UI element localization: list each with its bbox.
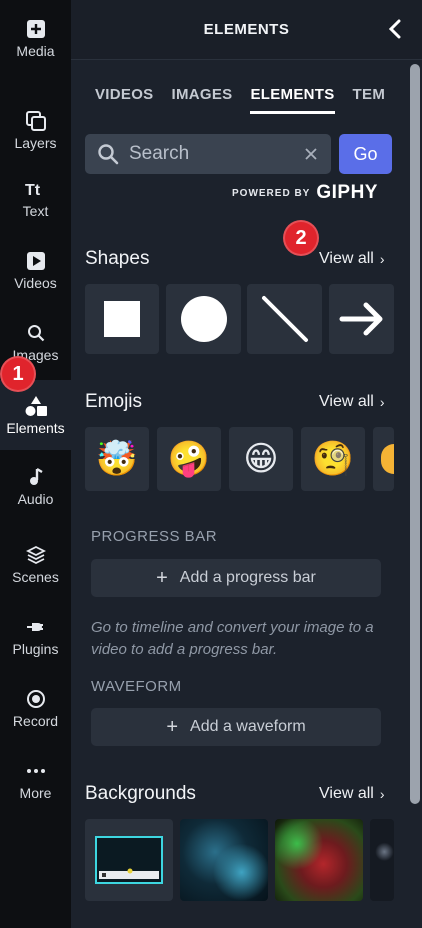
emoji-tile[interactable]: 😁 xyxy=(229,427,293,491)
chevron-left-icon xyxy=(388,19,401,39)
progress-bar-hint: Go to timeline and convert your image to… xyxy=(91,619,374,658)
rail-item-label: Text xyxy=(22,203,49,219)
clear-search-button[interactable] xyxy=(301,144,321,164)
scrollbar-thumb[interactable] xyxy=(410,64,420,804)
chevron-right-icon: › xyxy=(379,251,385,267)
search-box xyxy=(85,134,331,174)
record-icon xyxy=(24,687,48,711)
collapse-panel-button[interactable] xyxy=(382,16,408,42)
search-icon xyxy=(98,144,119,165)
emoji-tile[interactable]: 🤪 xyxy=(157,427,221,491)
emoji-tile-partial[interactable] xyxy=(373,427,394,491)
rail-item-text[interactable]: Tt Text xyxy=(0,164,71,232)
search-input[interactable] xyxy=(129,143,289,165)
arrow-shape-icon xyxy=(339,302,382,336)
left-rail: Media Layers Tt Text Videos Images Eleme… xyxy=(0,0,71,928)
rail-item-label: Elements xyxy=(6,420,65,436)
rail-item-plugins[interactable]: Plugins xyxy=(0,602,71,670)
video-player-frame-thumbnail xyxy=(95,836,163,884)
line-shape-icon xyxy=(261,296,308,342)
plus-icon: + xyxy=(156,566,168,589)
svg-text:Tt: Tt xyxy=(25,182,41,198)
rail-item-media[interactable]: Media xyxy=(0,4,71,72)
add-waveform-button[interactable]: + Add a waveform xyxy=(91,708,381,746)
layers-icon xyxy=(24,109,48,133)
shape-square-tile[interactable] xyxy=(85,284,159,354)
shapes-view-all[interactable]: View all › xyxy=(319,250,385,268)
view-all-label: View all xyxy=(319,785,374,802)
rail-item-label: Scenes xyxy=(12,569,59,585)
plug-icon xyxy=(24,615,48,639)
annotation-badge-1: 1 xyxy=(0,356,36,392)
rail-item-audio[interactable]: Audio xyxy=(0,452,71,520)
add-waveform-label: Add a waveform xyxy=(190,718,306,735)
rail-item-more[interactable]: More xyxy=(0,746,71,814)
stars-texture-thumbnail xyxy=(370,819,394,901)
chevron-right-icon: › xyxy=(379,394,385,410)
tab-images[interactable]: IMAGES xyxy=(171,86,232,111)
powered-by-label: POWERED BY xyxy=(232,187,311,199)
rail-item-label: Audio xyxy=(17,491,54,507)
shape-arrow-tile[interactable] xyxy=(329,284,394,354)
shape-circle-tile[interactable] xyxy=(166,284,241,354)
backgrounds-view-all[interactable]: View all › xyxy=(319,785,385,803)
background-tile[interactable] xyxy=(85,819,173,901)
search-icon xyxy=(24,321,48,345)
background-tile-partial[interactable] xyxy=(370,819,394,901)
rail-item-scenes[interactable]: Scenes xyxy=(0,530,71,598)
circle-shape-icon xyxy=(180,296,227,342)
progress-bar-label: PROGRESS BAR xyxy=(91,528,218,545)
shapes-title: Shapes xyxy=(85,248,150,269)
category-tabs: VIDEOS IMAGES ELEMENTS TEM xyxy=(95,86,395,120)
rail-item-layers[interactable]: Layers xyxy=(0,96,71,164)
background-tile[interactable] xyxy=(275,819,363,901)
water-texture-thumbnail xyxy=(180,819,268,901)
rail-item-label: Record xyxy=(12,713,59,729)
panel-scrollbar[interactable] xyxy=(408,60,422,928)
chevron-right-icon: › xyxy=(379,786,385,802)
tab-elements[interactable]: ELEMENTS xyxy=(250,86,335,114)
emojis-view-all[interactable]: View all › xyxy=(319,393,385,411)
giphy-logo: GIPHY xyxy=(316,182,378,203)
annotation-badge-2: 2 xyxy=(283,220,319,256)
video-icon xyxy=(24,249,48,273)
rail-item-label: Plugins xyxy=(12,641,59,657)
view-all-label: View all xyxy=(319,250,374,267)
panel-header: ELEMENTS xyxy=(71,0,422,60)
background-tile[interactable] xyxy=(180,819,268,901)
emojis-title: Emojis xyxy=(85,391,143,412)
tab-templates[interactable]: TEM xyxy=(353,86,386,111)
plus-square-icon xyxy=(24,17,48,41)
shapes-icon xyxy=(24,394,48,418)
rail-item-label: Videos xyxy=(14,275,57,291)
square-shape-icon xyxy=(104,301,140,337)
waveform-label: WAVEFORM xyxy=(91,678,182,695)
smoke-texture-thumbnail xyxy=(275,819,363,901)
tab-videos[interactable]: VIDEOS xyxy=(95,86,153,111)
add-progress-bar-button[interactable]: + Add a progress bar xyxy=(91,559,381,597)
music-note-icon xyxy=(24,465,48,489)
panel-title: ELEMENTS xyxy=(203,21,290,38)
add-progress-bar-label: Add a progress bar xyxy=(179,569,316,586)
plus-icon: + xyxy=(166,715,179,738)
elements-panel: ELEMENTS VIDEOS IMAGES ELEMENTS TEM Go POWE… xyxy=(71,0,422,928)
giphy-attribution: POWERED BY GIPHY xyxy=(232,182,378,204)
ellipsis-icon xyxy=(24,759,48,783)
rail-item-record[interactable]: Record xyxy=(0,674,71,742)
rail-item-label: Layers xyxy=(14,135,57,151)
rail-item-label: Media xyxy=(16,43,55,59)
view-all-label: View all xyxy=(319,393,374,410)
text-icon: Tt xyxy=(24,177,48,201)
go-button[interactable]: Go xyxy=(339,134,392,174)
emoji-partial-icon xyxy=(381,444,394,474)
rail-item-label: More xyxy=(19,785,52,801)
backgrounds-title: Backgrounds xyxy=(85,783,196,804)
emoji-tile[interactable]: 🧐 xyxy=(301,427,365,491)
emoji-tile[interactable]: 🤯 xyxy=(85,427,149,491)
rail-item-videos[interactable]: Videos xyxy=(0,236,71,304)
stack-icon xyxy=(24,543,48,567)
close-icon xyxy=(305,148,317,160)
shape-line-tile[interactable] xyxy=(247,284,322,354)
